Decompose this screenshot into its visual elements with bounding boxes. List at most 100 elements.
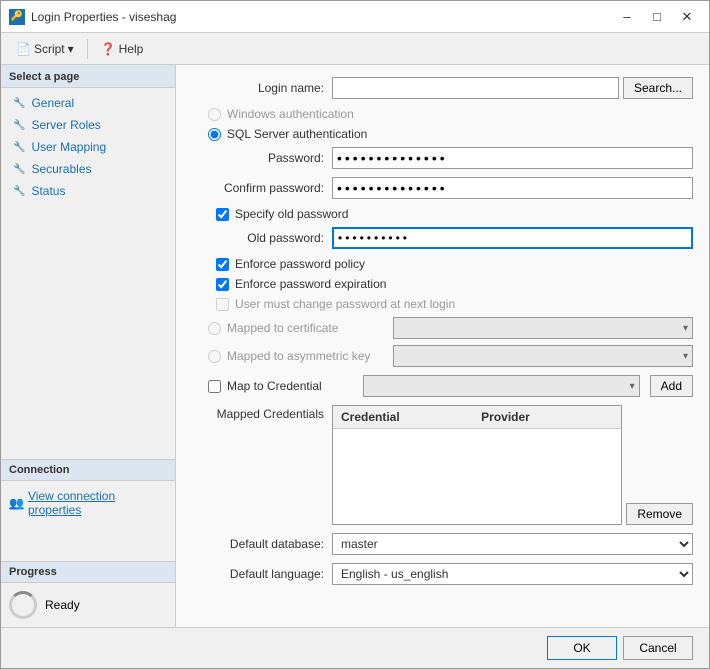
remove-button[interactable]: Remove [626,503,693,525]
mapped-asym-arrow: ▾ [683,351,688,362]
sidebar-item-general-label: General [31,96,74,110]
mapped-credentials-label: Mapped Credentials [192,405,332,421]
search-button[interactable]: Search... [623,77,693,99]
default-database-row: Default database: master [192,533,693,555]
default-language-select[interactable]: English - us_english [332,563,693,585]
right-panel: Login name: Search... Windows authentica… [176,65,709,627]
securables-icon: 🔧 [13,164,25,175]
window-title: Login Properties - viseshag [31,10,176,24]
main-window: 🔑 Login Properties - viseshag – □ ✕ 📄 Sc… [0,0,710,669]
close-button[interactable]: ✕ [673,5,701,29]
sidebar-item-securables[interactable]: 🔧 Securables [1,158,175,180]
windows-auth-radio[interactable] [208,108,221,121]
mapped-cert-dropdown: ▾ [393,317,693,339]
view-connection-label: View connection properties [28,489,167,517]
sidebar-item-general[interactable]: 🔧 General [1,92,175,114]
sidebar-progress-content: Ready [1,583,175,627]
confirm-password-input[interactable] [332,177,693,199]
credential-arrow: ▾ [630,381,635,392]
help-button[interactable]: ❓ Help [94,38,151,60]
script-icon: 📄 [16,42,31,56]
cred-header: Credential Provider [333,406,621,429]
help-icon: ❓ [101,42,116,56]
sidebar-item-status-label: Status [31,184,65,198]
user-mapping-icon: 🔧 [13,142,25,153]
sidebar-item-server-roles[interactable]: 🔧 Server Roles [1,114,175,136]
credential-dropdown: ▾ [363,375,640,397]
mapped-asym-row: Mapped to asymmetric key ▾ [192,345,693,367]
specify-old-password-checkbox[interactable] [216,208,229,221]
title-buttons: – □ ✕ [613,5,701,29]
enforce-policy-checkbox[interactable] [216,258,229,271]
default-database-select[interactable]: master [332,533,693,555]
credential-col-header: Credential [337,408,477,426]
old-password-input[interactable] [332,227,693,249]
sql-auth-radio[interactable] [208,128,221,141]
enforce-policy-label: Enforce password policy [235,257,365,271]
map-credential-label: Map to Credential [227,379,357,393]
script-label: Script [34,42,65,56]
sidebar-connection-label: Connection [1,459,175,481]
toolbar-separator [87,39,88,59]
progress-spinner [9,591,37,619]
login-name-label: Login name: [192,81,332,95]
user-must-change-checkbox[interactable] [216,298,229,311]
mapped-asym-radio[interactable] [208,350,221,363]
ok-button[interactable]: OK [547,636,617,660]
minimize-button[interactable]: – [613,5,641,29]
default-language-row: Default language: English - us_english [192,563,693,585]
sidebar-item-server-roles-label: Server Roles [31,118,100,132]
general-icon: 🔧 [13,98,25,109]
default-language-label: Default language: [192,567,332,581]
enforce-expiration-checkbox[interactable] [216,278,229,291]
map-credential-checkbox[interactable] [208,380,221,393]
toolbar: 📄 Script ▾ ❓ Help [1,33,709,65]
user-must-change-label: User must change password at next login [235,297,455,311]
mapped-cert-radio[interactable] [208,322,221,335]
password-label: Password: [192,151,332,165]
sidebar-items: 🔧 General 🔧 Server Roles 🔧 User Mapping … [1,88,175,459]
title-bar-left: 🔑 Login Properties - viseshag [9,9,176,25]
status-icon: 🔧 [13,186,25,197]
provider-col-header: Provider [477,408,617,426]
cancel-button[interactable]: Cancel [623,636,693,660]
sql-auth-row: SQL Server authentication [192,127,693,141]
confirm-password-label: Confirm password: [192,181,332,195]
login-name-row: Login name: Search... [192,77,693,99]
mapped-credentials-section: Mapped Credentials Credential Provider R… [192,405,693,525]
sidebar-item-status[interactable]: 🔧 Status [1,180,175,202]
connection-icon: 👥 [9,496,24,510]
windows-auth-label: Windows authentication [227,107,354,121]
script-button[interactable]: 📄 Script ▾ [9,38,81,60]
specify-old-password-label: Specify old password [235,207,348,221]
view-connection-link[interactable]: 👥 View connection properties [9,489,167,517]
password-input[interactable] [332,147,693,169]
credentials-table: Credential Provider [332,405,622,525]
window-icon: 🔑 [9,9,25,25]
add-button[interactable]: Add [650,375,693,397]
bottom-buttons: OK Cancel [1,627,709,668]
maximize-button[interactable]: □ [643,5,671,29]
specify-old-password-row: Specify old password [192,207,693,221]
script-dropdown-icon: ▾ [68,42,74,56]
enforce-policy-row: Enforce password policy [192,257,693,271]
sidebar-item-user-mapping-label: User Mapping [31,140,106,154]
default-database-label: Default database: [192,537,332,551]
enforce-expiration-label: Enforce password expiration [235,277,386,291]
enforce-expiration-row: Enforce password expiration [192,277,693,291]
help-label: Help [119,42,144,56]
title-bar: 🔑 Login Properties - viseshag – □ ✕ [1,1,709,33]
mapped-cert-row: Mapped to certificate ▾ [192,317,693,339]
login-name-input[interactable] [332,77,619,99]
mapped-cert-label: Mapped to certificate [227,321,387,335]
ready-label: Ready [45,598,80,612]
user-must-change-row: User must change password at next login [192,297,693,311]
old-password-label: Old password: [232,231,332,245]
sql-auth-label: SQL Server authentication [227,127,367,141]
password-row: Password: [192,147,693,169]
sidebar: Select a page 🔧 General 🔧 Server Roles 🔧… [1,65,176,627]
sidebar-connection-content: 👥 View connection properties [1,481,175,561]
server-roles-icon: 🔧 [13,120,25,131]
map-credential-row: Map to Credential ▾ Add [192,375,693,397]
sidebar-item-user-mapping[interactable]: 🔧 User Mapping [1,136,175,158]
